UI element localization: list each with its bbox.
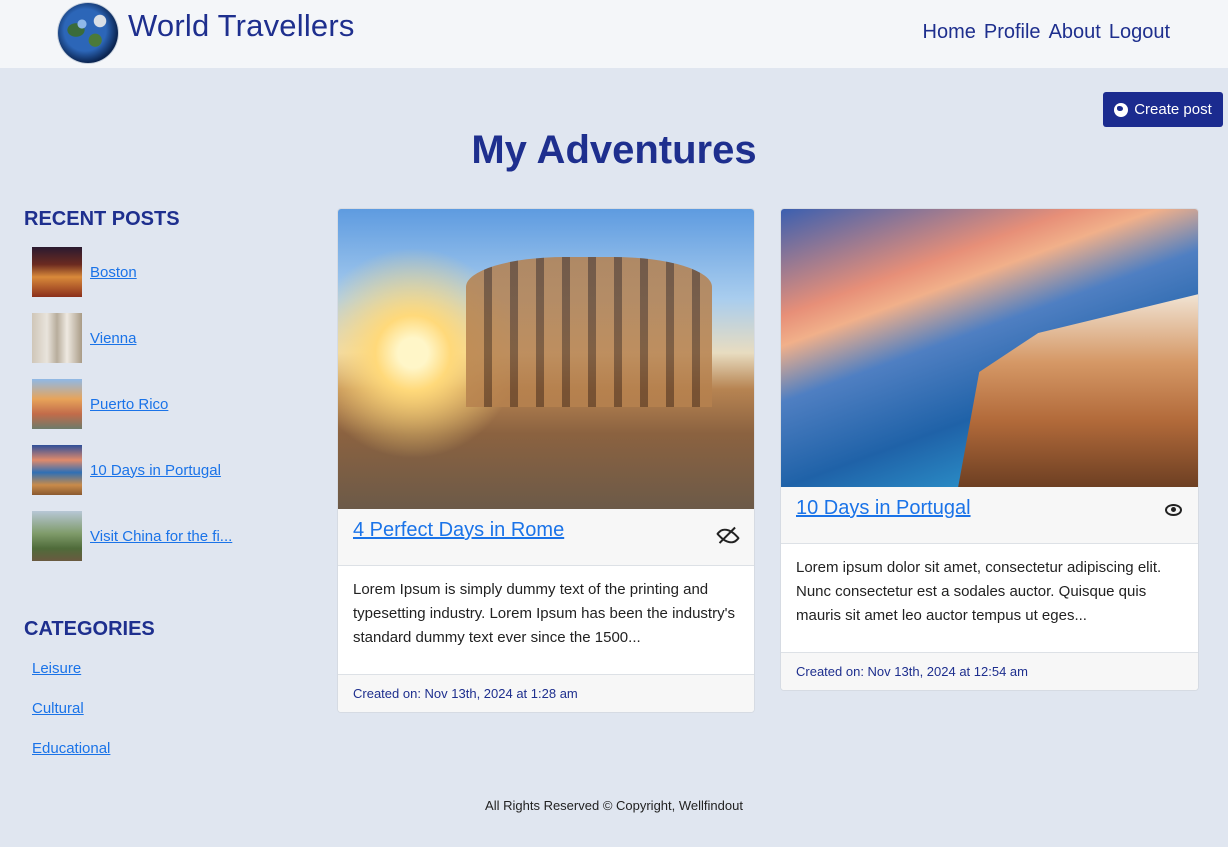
recent-post-item: 10 Days in Portugal [32,445,221,495]
recent-post-item: Visit China for the fi... [32,511,232,561]
page-title: My Adventures [471,128,757,172]
recent-post-link[interactable]: Vienna [90,330,136,347]
nav-profile-link[interactable]: Profile [984,21,1041,44]
post-created-date: Created on: Nov 13th, 2024 at 12:54 am [796,664,1028,679]
eye-icon[interactable] [1165,504,1182,516]
recent-post-item: Puerto Rico [32,379,168,429]
post-card-footer: Created on: Nov 13th, 2024 at 1:28 am [338,674,754,712]
nav-home-link[interactable]: Home [923,21,976,44]
post-created-date: Created on: Nov 13th, 2024 at 1:28 am [353,686,578,701]
post-card: 10 Days in Portugal Lorem ipsum dolor si… [780,208,1199,691]
recent-post-item: Vienna [32,313,136,363]
post-excerpt: Lorem ipsum dolor sit amet, consectetur … [796,559,1162,624]
create-post-button[interactable]: Create post [1103,92,1223,127]
recent-post-thumbnail[interactable] [32,313,82,363]
post-card-footer: Created on: Nov 13th, 2024 at 12:54 am [781,652,1198,690]
post-image[interactable] [338,209,754,509]
create-post-label: Create post [1134,101,1212,118]
recent-post-link[interactable]: 10 Days in Portugal [90,462,221,479]
recent-post-thumbnail[interactable] [32,445,82,495]
eye-slash-icon[interactable] [715,523,741,549]
recent-post-thumbnail[interactable] [32,379,82,429]
globe-logo-icon[interactable] [58,3,118,63]
recent-post-link[interactable]: Visit China for the fi... [90,528,232,545]
nav-logout-link[interactable]: Logout [1109,21,1170,44]
post-excerpt: Lorem Ipsum is simply dummy text of the … [353,581,735,646]
brand-title[interactable]: World Travellers [128,8,355,44]
recent-post-item: Boston [32,247,137,297]
recent-posts-heading: RECENT POSTS [24,208,180,230]
recent-post-link[interactable]: Boston [90,264,137,281]
post-title-link[interactable]: 10 Days in Portugal [796,497,971,520]
post-card-header: 10 Days in Portugal [781,487,1198,544]
main-nav: Home Profile About Logout [923,21,1171,44]
top-navbar: World Travellers Home Profile About Logo… [0,0,1228,68]
post-image[interactable] [781,209,1198,487]
recent-post-thumbnail[interactable] [32,247,82,297]
globe-icon [1114,102,1129,117]
nav-about-link[interactable]: About [1049,21,1101,44]
categories-heading: CATEGORIES [24,618,155,640]
category-link-educational[interactable]: Educational [32,740,110,757]
category-link-cultural[interactable]: Cultural [32,700,84,717]
post-title-link[interactable]: 4 Perfect Days in Rome [353,519,564,542]
category-link-leisure[interactable]: Leisure [32,660,81,677]
post-card: 4 Perfect Days in Rome Lorem Ipsum is si… [337,208,755,713]
recent-post-thumbnail[interactable] [32,511,82,561]
recent-post-link[interactable]: Puerto Rico [90,396,168,413]
post-card-header: 4 Perfect Days in Rome [338,509,754,566]
copyright-footer: All Rights Reserved © Copyright, Wellfin… [485,798,743,813]
